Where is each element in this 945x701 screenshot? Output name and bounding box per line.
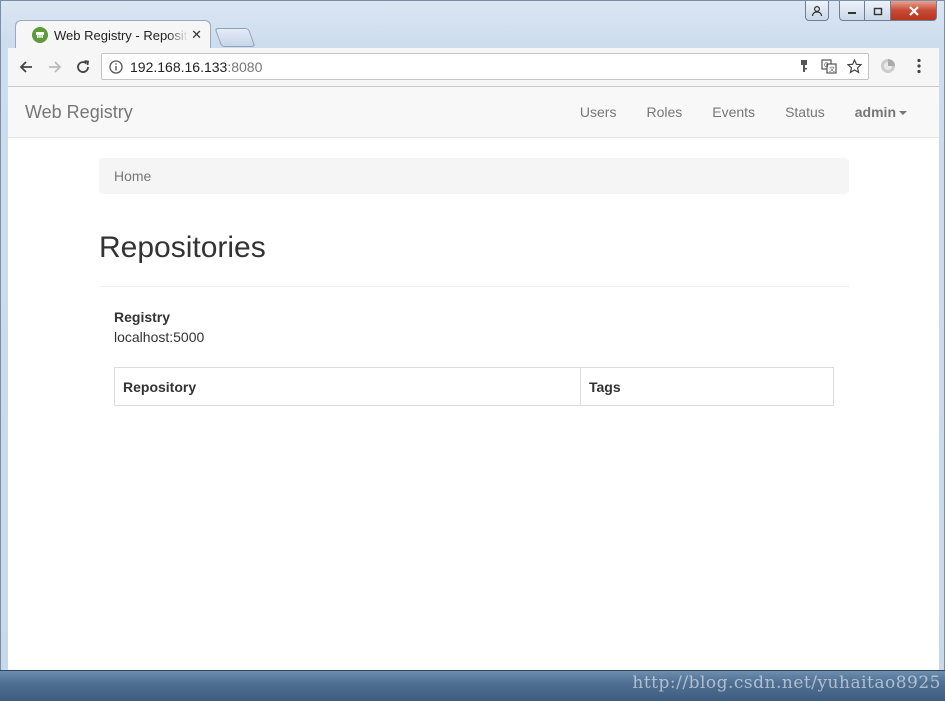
divider [99,286,849,287]
repositories-table: Repository Tags [114,367,834,406]
app-navbar: Web Registry Users Roles Events Status a… [8,87,939,138]
user-icon [811,5,823,16]
key-icon[interactable] [797,59,811,74]
user-menu-label: admin [854,104,896,120]
nav-users[interactable]: Users [565,104,632,120]
registry-value: localhost:5000 [114,329,205,345]
forward-button[interactable] [45,57,65,77]
star-bookmark-icon[interactable] [847,59,862,74]
address-bar[interactable]: 192.168.16.133:8080 G文 [101,53,869,80]
caret-down-icon [899,111,907,116]
tab-title: Web Registry - Reposit [54,27,188,43]
url-port: :8080 [227,59,263,75]
svg-text:文: 文 [829,66,835,74]
minimize-icon [848,11,856,14]
table-header-row: Repository Tags [114,367,834,406]
back-arrow-icon [19,61,32,73]
column-header-tags: Tags [580,367,834,406]
reload-button[interactable] [73,57,93,77]
tab-strip: Web Registry - Reposit ✕ [1,16,944,49]
translate-icon[interactable]: G文 [821,59,837,74]
browser-tab[interactable]: Web Registry - Reposit ✕ [15,20,211,49]
watermark-text: http://blog.csdn.net/yuhaitao8925 [632,673,941,693]
nav-events[interactable]: Events [697,104,770,120]
new-tab-button[interactable] [214,28,256,47]
nav-status[interactable]: Status [770,104,840,120]
web-page: Web Registry Users Roles Events Status a… [8,87,939,671]
address-bar-actions: G文 [797,59,862,74]
extension-icon[interactable] [880,58,896,74]
nav-roles[interactable]: Roles [631,104,697,120]
restore-icon [873,7,882,15]
url-host: 192.168.16.133 [130,59,228,75]
nav-links: Users Roles Events Status admin [565,87,939,137]
forward-arrow-icon [49,61,62,73]
more-menu-icon[interactable] [916,58,922,74]
browser-window: Web Registry - Reposit ✕ 192.168.16.133:… [0,0,945,700]
breadcrumb-home[interactable]: Home [114,168,151,184]
url-text: 192.168.16.133:8080 [130,59,262,75]
brand-link[interactable]: Web Registry [25,102,133,123]
back-button[interactable] [16,57,36,77]
browser-toolbar: 192.168.16.133:8080 G文 [8,48,939,87]
close-icon [908,5,919,16]
tab-close-icon[interactable]: ✕ [191,27,202,42]
column-header-repository: Repository [114,367,581,406]
breadcrumb: Home [99,158,849,194]
reload-icon [77,60,90,73]
registry-favicon-icon [32,27,48,43]
user-menu-dropdown[interactable]: admin [840,104,939,120]
site-info-icon[interactable] [109,60,123,74]
page-title: Repositories [99,231,266,264]
registry-label: Registry [114,309,171,325]
